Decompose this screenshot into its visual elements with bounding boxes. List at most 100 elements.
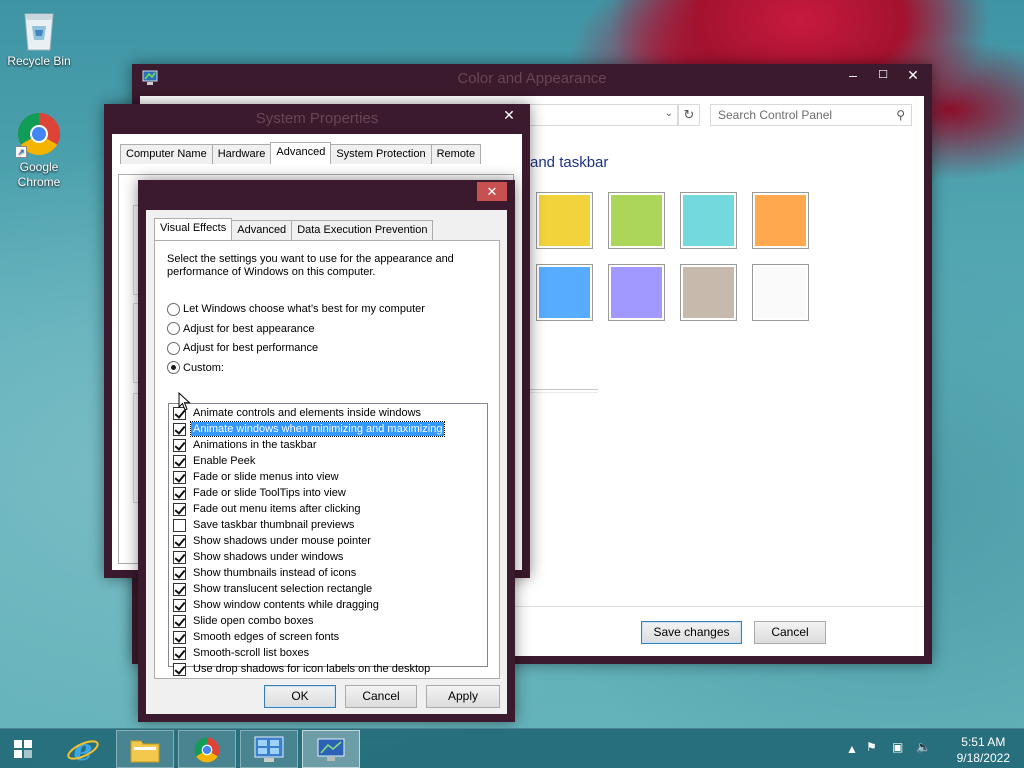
checkbox[interactable]	[173, 438, 186, 452]
effect-option[interactable]: Animations in the taskbar	[173, 437, 319, 453]
intensity-slider[interactable]	[530, 389, 598, 393]
search-input[interactable]: Search Control Panel ⚲	[710, 104, 912, 126]
internet-explorer-icon[interactable]: e	[66, 733, 100, 768]
checkbox[interactable]	[173, 502, 186, 516]
chrome-label-line1: Google	[19, 160, 59, 174]
visual-effects-list[interactable]: Animate controls and elements inside win…	[168, 403, 488, 676]
effect-option[interactable]: Enable Peek	[173, 453, 257, 469]
tab-advanced[interactable]: Advanced	[270, 142, 332, 164]
tab-visual-effects[interactable]: Visual Effects	[154, 218, 233, 240]
effect-option[interactable]: Smooth edges of screen fonts	[173, 629, 341, 645]
effect-option[interactable]: Fade out menu items after clicking	[173, 501, 363, 517]
tab-data-execution-prevention[interactable]: Data Execution Prevention	[291, 220, 434, 240]
address-bar[interactable]: ⌄	[528, 104, 678, 126]
network-icon[interactable]: ▣	[892, 740, 903, 768]
radio-option[interactable]: Let Windows choose what’s best for my co…	[167, 301, 425, 317]
radio-button[interactable]	[167, 361, 180, 374]
effect-label: Slide open combo boxes	[193, 615, 314, 627]
volume-muted-icon[interactable]: 🔈	[916, 740, 931, 768]
control-panel-taskbar-button[interactable]	[240, 730, 298, 768]
cancel-button[interactable]: Cancel	[345, 685, 417, 708]
effect-option[interactable]: Show translucent selection rectangle	[173, 581, 374, 597]
color-swatch[interactable]	[680, 264, 737, 321]
checkbox[interactable]	[173, 566, 186, 580]
maximize-button[interactable]: ☐	[868, 64, 898, 86]
clock-date: 9/18/2022	[956, 751, 1010, 765]
recycle-bin-icon[interactable]: Recycle Bin	[4, 6, 74, 69]
effect-option[interactable]: Animate windows when minimizing and maxi…	[173, 421, 446, 437]
radio-option[interactable]: Adjust for best appearance	[167, 321, 314, 337]
refresh-button[interactable]: ↻	[678, 104, 700, 126]
effect-option[interactable]: Use drop shadows for icon labels on the …	[173, 661, 432, 677]
effect-option[interactable]: Animate controls and elements inside win…	[173, 405, 423, 421]
ok-button[interactable]: OK	[264, 685, 336, 708]
effect-option[interactable]: Show thumbnails instead of icons	[173, 565, 358, 581]
system-properties-taskbar-button[interactable]	[302, 730, 360, 768]
checkbox[interactable]	[173, 518, 186, 532]
color-swatch[interactable]	[752, 192, 809, 249]
cancel-button[interactable]: Cancel	[754, 621, 826, 644]
checkbox[interactable]	[173, 614, 186, 628]
show-hidden-icons-button[interactable]: ▲	[846, 742, 858, 768]
color-swatch[interactable]	[752, 264, 809, 321]
chrome-taskbar-button[interactable]	[178, 730, 236, 768]
effect-label: Animate windows when minimizing and maxi…	[189, 421, 446, 437]
action-center-flag-icon[interactable]: ⚑	[866, 740, 877, 768]
color-swatch[interactable]	[680, 192, 737, 249]
checkbox[interactable]	[173, 454, 186, 468]
checkbox[interactable]	[173, 550, 186, 564]
minimize-button[interactable]: –	[838, 64, 868, 86]
effect-option[interactable]: Show shadows under mouse pointer	[173, 533, 373, 549]
checkbox[interactable]	[173, 582, 186, 596]
checkbox[interactable]	[173, 486, 186, 500]
system-properties-tabs: Computer Name Hardware Advanced System Prot…	[120, 142, 482, 164]
shortcut-arrow-icon: ↗	[15, 146, 27, 158]
tab-system-protection[interactable]: System Protection	[330, 144, 432, 164]
checkbox[interactable]	[173, 598, 186, 612]
close-button[interactable]: ✕	[898, 64, 928, 86]
close-button[interactable]: ✕	[477, 182, 507, 201]
tab-advanced[interactable]: Advanced	[231, 220, 293, 240]
effect-option[interactable]: Show shadows under windows	[173, 549, 345, 565]
tab-computer-name[interactable]: Computer Name	[120, 144, 213, 164]
file-explorer-taskbar-button[interactable]	[116, 730, 174, 768]
checkbox[interactable]	[173, 470, 186, 484]
checkbox[interactable]	[173, 534, 186, 548]
checkbox[interactable]	[173, 646, 186, 660]
performance-tabs: Visual Effects Advanced Data Execution Pre…	[154, 218, 434, 240]
start-button-icon[interactable]	[14, 740, 34, 760]
effect-option[interactable]: Fade or slide ToolTips into view	[173, 485, 348, 501]
chrome-icon	[194, 737, 220, 763]
effect-option[interactable]: Save taskbar thumbnail previews	[173, 517, 356, 533]
effect-option[interactable]: Slide open combo boxes	[173, 613, 315, 629]
checkbox[interactable]	[173, 630, 186, 644]
effect-option[interactable]: Show window contents while dragging	[173, 597, 381, 613]
effect-label: Animate controls and elements inside win…	[193, 407, 422, 419]
save-changes-button[interactable]: Save changes	[641, 621, 742, 644]
effect-option[interactable]: Fade or slide menus into view	[173, 469, 341, 485]
radio-button[interactable]	[167, 322, 180, 335]
close-button[interactable]: ✕	[494, 104, 524, 126]
tab-hardware[interactable]: Hardware	[211, 144, 272, 164]
system-clock[interactable]: 5:51 AM 9/18/2022	[957, 734, 1010, 766]
page-heading: and taskbar	[530, 154, 609, 171]
radio-option[interactable]: Adjust for best performance	[167, 340, 318, 356]
radio-button[interactable]	[167, 302, 180, 316]
chevron-down-icon[interactable]: ⌄	[665, 108, 673, 119]
checkbox[interactable]	[173, 422, 186, 436]
effect-option[interactable]: Smooth-scroll list boxes	[173, 645, 311, 661]
search-icon[interactable]: ⚲	[896, 105, 905, 125]
google-chrome-shortcut[interactable]: ↗ Google Chrome	[4, 112, 74, 190]
apply-button[interactable]: Apply	[426, 685, 500, 708]
radio-label: Adjust for best appearance	[183, 322, 315, 335]
tab-remote[interactable]: Remote	[430, 144, 482, 164]
color-swatch[interactable]	[608, 264, 665, 321]
color-swatch[interactable]	[536, 192, 593, 249]
effect-label: Fade or slide menus into view	[193, 471, 339, 483]
checkbox[interactable]	[173, 662, 186, 676]
color-swatch[interactable]	[608, 192, 665, 249]
color-swatch[interactable]	[536, 264, 593, 321]
radio-option[interactable]: Custom:	[167, 360, 224, 376]
clock-time: 5:51 AM	[961, 735, 1006, 749]
radio-button[interactable]	[167, 341, 180, 355]
